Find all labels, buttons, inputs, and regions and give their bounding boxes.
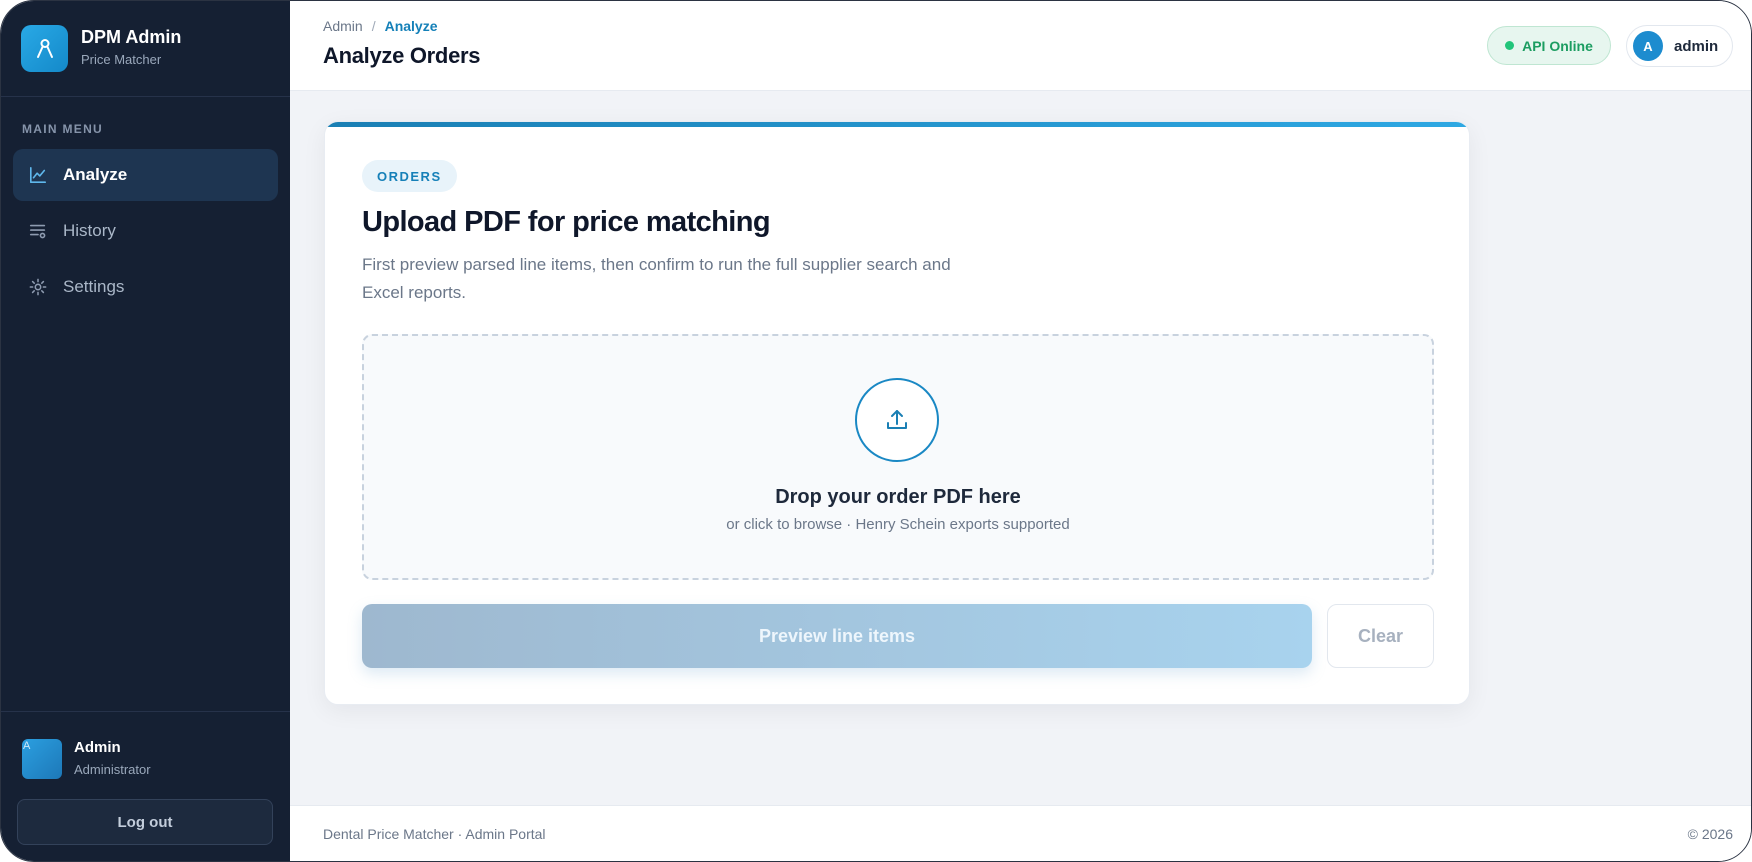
page-title: Analyze Orders <box>323 43 481 68</box>
breadcrumb-current: Analyze <box>384 18 438 34</box>
card-description: First preview parsed line items, then co… <box>362 255 951 302</box>
sidebar-item-label: Analyze <box>63 165 128 184</box>
card-accent-bar <box>325 122 1469 127</box>
status-text: API Online <box>1522 37 1593 54</box>
user-menu-button[interactable]: A admin <box>1626 25 1733 67</box>
brand-logo-icon <box>21 24 68 72</box>
chart-line-icon <box>28 165 48 185</box>
dropzone-title: Drop your order PDF here <box>775 486 1021 508</box>
sidebar-divider <box>1 96 290 97</box>
footer-copyright: © 2026 <box>1687 826 1733 842</box>
logout-button[interactable]: Log out <box>17 799 273 845</box>
sidebar-item-settings[interactable]: Settings <box>13 261 278 313</box>
sidebar-user: A Admin Administrator <box>22 738 151 780</box>
top-header: Admin / Analyze Analyze Orders API Onlin… <box>290 1 1751 91</box>
footer: Dental Price Matcher · Admin Portal © 20… <box>290 805 1751 861</box>
menu-section-label: MAIN MENU <box>22 122 104 136</box>
preview-line-items-button[interactable]: Preview line items <box>362 604 1312 668</box>
gear-icon <box>28 277 48 297</box>
avatar: A <box>1633 31 1663 61</box>
sidebar-item-history[interactable]: History <box>13 205 278 257</box>
section-tag: ORDERS <box>362 160 457 192</box>
brand-subtitle: Price Matcher <box>81 52 162 67</box>
breadcrumb: Admin / Analyze <box>323 18 438 34</box>
brand[interactable]: DPM Admin Price Matcher <box>21 24 182 72</box>
status-dot-icon <box>1505 41 1515 50</box>
sidebar-divider <box>1 711 290 712</box>
upload-icon <box>855 378 939 462</box>
upload-card: ORDERS Upload PDF for price matching Fir… <box>324 121 1470 705</box>
user-role: Administrator <box>74 762 151 777</box>
clear-button[interactable]: Clear <box>1327 604 1434 668</box>
dropzone-subtitle: or click to browse · Henry Schein export… <box>726 516 1070 533</box>
avatar-letter: A <box>23 740 31 752</box>
footer-text: Dental Price Matcher · Admin Portal <box>323 826 546 842</box>
list-icon <box>28 221 48 241</box>
breadcrumb-root[interactable]: Admin <box>323 18 363 34</box>
brand-title: DPM Admin <box>81 27 182 47</box>
sidebar-item-label: Settings <box>63 277 125 296</box>
status-badge: API Online <box>1487 26 1611 65</box>
sidebar: DPM Admin Price Matcher MAIN MENU Analyz… <box>1 1 290 861</box>
sidebar-item-label: History <box>63 221 116 240</box>
pdf-dropzone[interactable]: Drop your order PDF here or click to bro… <box>362 334 1434 580</box>
user-name: Admin <box>74 739 121 756</box>
app-window: DPM Admin Price Matcher MAIN MENU Analyz… <box>0 0 1752 862</box>
breadcrumb-separator: / <box>371 18 376 34</box>
user-name: admin <box>1674 37 1719 55</box>
card-title: Upload PDF for price matching <box>362 206 771 238</box>
sidebar-item-analyze[interactable]: Analyze <box>13 149 278 201</box>
sidebar-nav: Analyze History Settings <box>13 149 278 317</box>
avatar: A <box>22 739 62 779</box>
